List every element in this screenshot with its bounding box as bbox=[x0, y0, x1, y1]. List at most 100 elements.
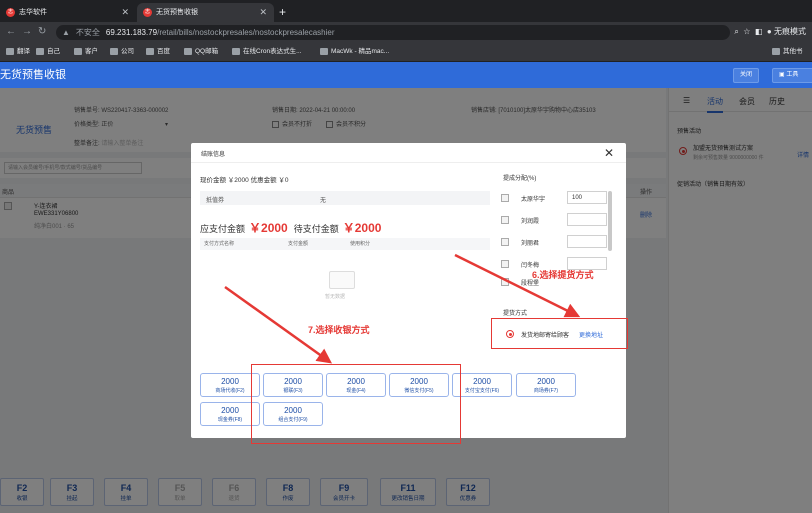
bookmark-label: 百度 bbox=[157, 48, 170, 55]
star-icon[interactable]: ☆ bbox=[743, 27, 750, 36]
due-amount: ￥2000 bbox=[249, 221, 288, 235]
browser-tab-bar: 志志华软件 ✕ 志无货预售收银 ✕ + bbox=[0, 0, 812, 22]
staff-name: 刘润霞 bbox=[521, 219, 540, 225]
pending-amount: ￥2000 bbox=[342, 221, 382, 235]
other-bookmarks[interactable]: 其他书 bbox=[772, 42, 803, 62]
delivery-title: 提货方式 bbox=[503, 311, 528, 317]
close-icon[interactable]: ✕ bbox=[121, 3, 129, 22]
staff-avatar bbox=[501, 260, 509, 268]
macwk-icon bbox=[320, 47, 328, 55]
payment-table-header: 支付方式名称 支付金额 使用积分 bbox=[200, 238, 490, 250]
column-header: 支付方式名称 bbox=[204, 241, 235, 247]
bookmark-icon bbox=[6, 47, 14, 55]
url-path: /retail/bills/nostockpresales/nostockpre… bbox=[157, 28, 335, 37]
commission-input[interactable] bbox=[567, 235, 607, 248]
staff-avatar bbox=[501, 238, 509, 246]
voucher-value: 无 bbox=[320, 198, 327, 204]
folder-icon bbox=[772, 47, 780, 55]
address-bar[interactable]: ▲ 不安全 69.231.183.79/retail/bills/nostockpr… bbox=[56, 25, 730, 40]
forward-icon[interactable]: → bbox=[22, 26, 32, 38]
bookmark-label: 其他书 bbox=[783, 48, 803, 55]
tab-label: 志华软件 bbox=[19, 9, 47, 16]
new-tab-button[interactable]: + bbox=[279, 3, 286, 21]
bookmark-label: 客户 bbox=[85, 48, 98, 55]
voucher-row: 抵值券 无 bbox=[200, 191, 490, 205]
tab-label: 无货预售收银 bbox=[156, 9, 198, 16]
url-host: 69.231.183.79 bbox=[105, 28, 158, 37]
folder-icon bbox=[74, 47, 82, 55]
globe-icon bbox=[232, 47, 240, 55]
empty-text: 暂无数据 bbox=[325, 294, 346, 300]
staff-avatar bbox=[501, 278, 509, 286]
bookmark-label: QQ邮箱 bbox=[195, 48, 219, 55]
bookmark-label: 公司 bbox=[121, 48, 134, 55]
reload-icon[interactable]: ↻ bbox=[38, 26, 46, 38]
staff-avatar bbox=[501, 216, 509, 224]
staff-avatar bbox=[501, 194, 509, 202]
modal-header: 结账信息 ✕ bbox=[191, 143, 626, 163]
back-icon[interactable]: ← bbox=[6, 26, 16, 38]
logo-icon: 志 bbox=[143, 7, 152, 17]
commission-input[interactable]: 100 bbox=[567, 191, 607, 204]
bookmark-item[interactable]: 自己 bbox=[36, 42, 60, 62]
bookmark-item[interactable]: 百度 bbox=[146, 42, 170, 62]
highlight-payment-box bbox=[251, 364, 461, 444]
voucher-label: 抵值券 bbox=[206, 198, 225, 204]
bookmark-item[interactable]: 客户 bbox=[74, 42, 98, 62]
column-header: 使用积分 bbox=[350, 241, 371, 247]
pay-name: 商场券(F7) bbox=[533, 388, 559, 394]
tools-label: 工具 bbox=[786, 72, 799, 78]
payment-totals: 应支付金额 ￥2000 待支付金额 ￥2000 bbox=[200, 219, 387, 236]
highlight-delivery-box bbox=[491, 318, 628, 349]
qqmail-icon bbox=[184, 47, 192, 55]
incognito-icon: ● bbox=[766, 27, 772, 36]
bookmark-label: 自己 bbox=[47, 48, 60, 55]
tools-button[interactable]: ▣ 工具 bbox=[772, 68, 812, 83]
pay-method-button[interactable]: 2000 支付宝支付(F6) bbox=[452, 373, 512, 397]
scrollbar[interactable] bbox=[608, 191, 612, 251]
pay-amount: 2000 bbox=[473, 377, 491, 386]
close-icon[interactable]: ✕ bbox=[259, 3, 267, 22]
bookmark-label: 在线Cron表达式生... bbox=[243, 48, 302, 55]
page-title: 无货预售收银 bbox=[0, 69, 66, 81]
bookmark-label: 翻译 bbox=[17, 48, 30, 55]
app-header: 无货预售收银 关闭 ▣ 工具 bbox=[0, 62, 812, 88]
pay-method-button[interactable]: 2000 商场券(F7) bbox=[516, 373, 576, 397]
browser-tab-active[interactable]: 志无货预售收银 ✕ bbox=[137, 3, 274, 22]
profile-label[interactable]: 无痕模式 bbox=[774, 27, 806, 36]
staff-name: 刘丽君 bbox=[521, 241, 540, 247]
empty-box-icon bbox=[329, 271, 355, 289]
commission-title: 提成分配(%) bbox=[503, 176, 537, 182]
annotation-step6: 6.选择提货方式 bbox=[532, 270, 594, 280]
annotation-step7: 7.选择收银方式 bbox=[308, 325, 370, 335]
due-label: 应支付金额 bbox=[200, 224, 246, 234]
pending-label: 待支付金额 bbox=[293, 224, 339, 234]
bookmark-label: MacWk - 精品mac... bbox=[331, 48, 390, 55]
logo-icon: 志 bbox=[6, 7, 15, 17]
column-header: 支付金额 bbox=[288, 241, 309, 247]
bookmark-item[interactable]: 公司 bbox=[110, 42, 134, 62]
commission-input[interactable] bbox=[567, 213, 607, 226]
amount-summary: 现价金额 ￥2000 优惠金额 ￥0 bbox=[200, 177, 289, 184]
address-row: ← → ↻ ▲ 不安全 69.231.183.79/retail/bills/nos… bbox=[0, 22, 812, 42]
pay-name: 支付宝支付(F6) bbox=[464, 388, 500, 394]
close-button[interactable]: 关闭 bbox=[733, 68, 760, 83]
close-icon[interactable]: ✕ bbox=[604, 146, 614, 160]
warning-icon: ▲ bbox=[62, 28, 70, 37]
bookmark-item[interactable]: 在线Cron表达式生... bbox=[232, 42, 302, 62]
pay-amount: 2000 bbox=[537, 377, 555, 386]
bookmark-item[interactable]: 翻译 bbox=[6, 42, 30, 62]
security-label: 不安全 bbox=[75, 28, 100, 37]
browser-tab[interactable]: 志志华软件 ✕ bbox=[0, 3, 136, 22]
modal-title: 结账信息 bbox=[201, 152, 226, 158]
zoom-icon[interactable]: ⌕ bbox=[734, 27, 738, 36]
baidu-icon bbox=[146, 47, 154, 55]
sidepanel-icon[interactable]: ◧ bbox=[755, 27, 763, 36]
folder-icon bbox=[36, 47, 44, 55]
folder-icon bbox=[110, 47, 118, 55]
bookmark-item[interactable]: MacWk - 精品mac... bbox=[320, 42, 389, 62]
bookmark-item[interactable]: QQ邮箱 bbox=[184, 42, 218, 62]
toolbar-icons: ⌕ ☆ ◧ ● 无痕模式 bbox=[734, 25, 806, 39]
bookmarks-bar: 翻译 自己 客户 公司 百度 QQ邮箱 在线Cron表达式生... MacWk … bbox=[0, 42, 812, 62]
staff-name: 太原华宇 bbox=[521, 197, 546, 203]
